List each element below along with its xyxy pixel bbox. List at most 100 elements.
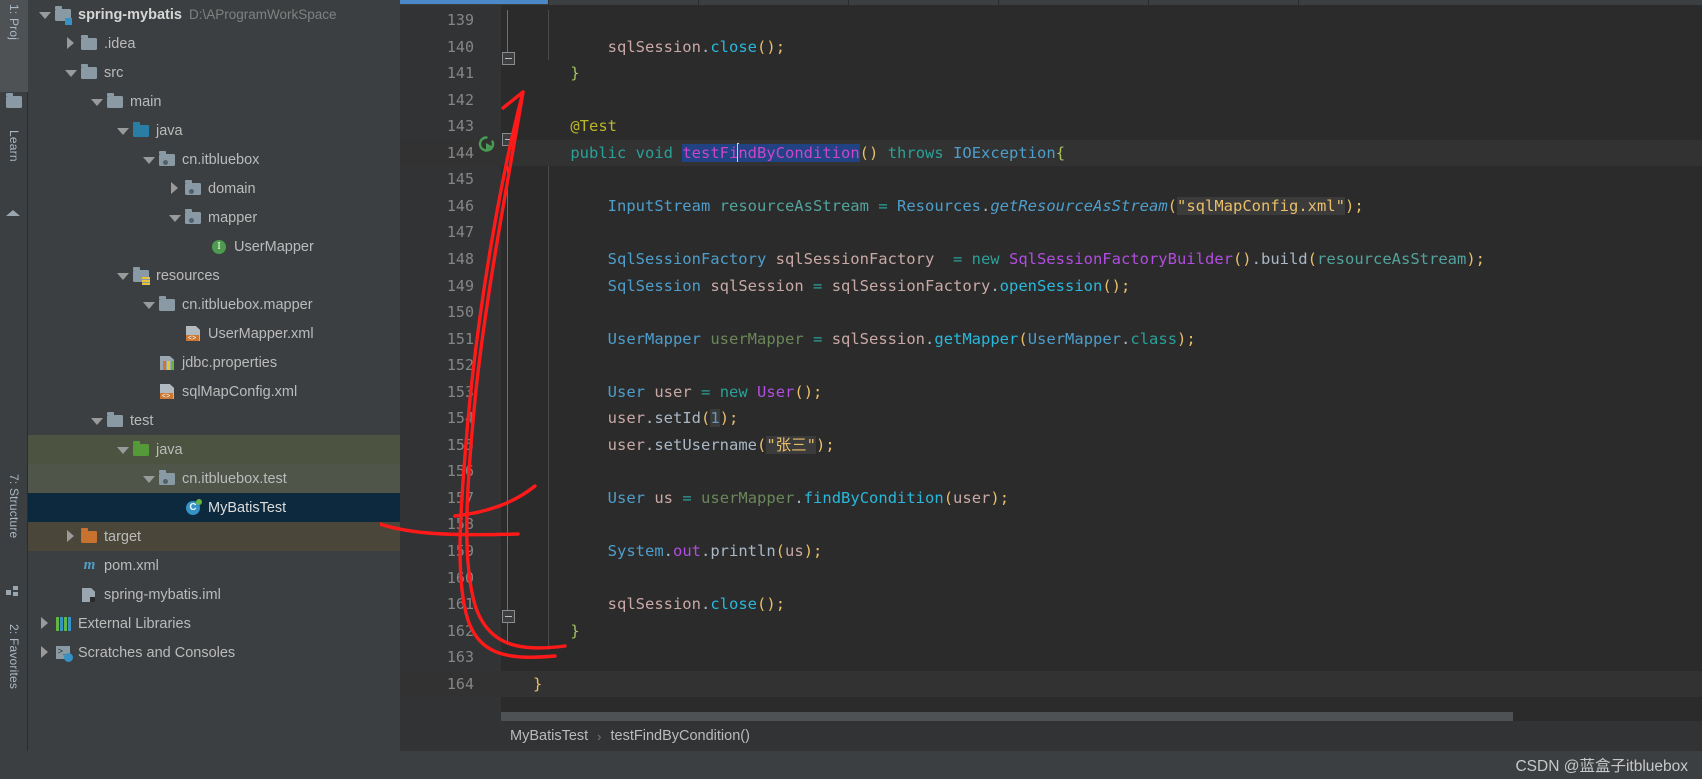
editor-tab-active-underline[interactable] [400,0,548,4]
code-line[interactable]: 149 SqlSession sqlSession = sqlSessionFa… [400,273,1702,300]
code-line[interactable]: 156 [400,458,1702,485]
code-line[interactable]: 146 InputStream resourceAsStream = Resou… [400,193,1702,220]
tree-node-test[interactable]: test [28,406,400,435]
editor-hscrollbar-track[interactable] [501,712,1702,721]
tree-node-src[interactable]: src [28,58,400,87]
tree-node-cn-itbluebox-test[interactable]: cn.itbluebox.test [28,464,400,493]
chevron-down-icon[interactable] [142,472,155,485]
tree-node-sqlmapconfig-xml[interactable]: sqlMapConfig.xml [28,377,400,406]
code-line[interactable]: 162 } [400,618,1702,645]
line-content[interactable]: sqlSession.close(); [533,34,785,61]
line-content[interactable]: user.setId(1); [533,405,738,432]
line-content[interactable]: InputStream resourceAsStream = Resources… [533,193,1364,220]
chevron-right-icon[interactable] [38,646,51,659]
editor-code-lines[interactable]: 139 140 sqlSession.close(); 141 } 142 143 @T… [400,5,1702,779]
fold-marker-end-2[interactable] [502,610,515,623]
line-content[interactable]: public void testFindByCondition() throws… [533,140,1065,167]
line-content[interactable]: UserMapper userMapper = sqlSession.getMa… [533,326,1196,353]
chevron-down-icon[interactable] [90,414,103,427]
tool-tab-favorites[interactable]: 2: Favorites [0,620,28,732]
code-line[interactable]: 147 [400,219,1702,246]
line-content[interactable]: SqlSessionFactory sqlSessionFactory = ne… [533,246,1485,273]
tree-node-mybatistest[interactable]: C MyBatisTest [28,493,400,522]
tree-node-target[interactable]: target [28,522,400,551]
tree-node-scratches-and-consoles[interactable]: >_ Scratches and Consoles [28,638,400,667]
code-line[interactable]: 161 sqlSession.close(); [400,591,1702,618]
tree-node-cn-itbluebox-mapper[interactable]: cn.itbluebox.mapper [28,290,400,319]
tree-node-java[interactable]: java [28,116,400,145]
line-content[interactable]: User user = new User(); [533,379,823,406]
chevron-right-icon[interactable] [38,617,51,630]
code-line[interactable]: 155 user.setUsername("张三"); [400,432,1702,459]
line-content[interactable]: user.setUsername("张三"); [533,432,835,459]
tree-node-usermapper-xml[interactable]: UserMapper.xml [28,319,400,348]
code-line[interactable]: 148 SqlSessionFactory sqlSessionFactory … [400,246,1702,273]
code-line[interactable]: 151 UserMapper userMapper = sqlSession.g… [400,326,1702,353]
tree-node-domain[interactable]: domain [28,174,400,203]
code-line[interactable]: 158 [400,511,1702,538]
line-content[interactable]: } [533,618,579,645]
code-line[interactable]: 145 [400,166,1702,193]
code-line[interactable]: 157 User us = userMapper.findByCondition… [400,485,1702,512]
project-tree[interactable]: spring-mybatis D:\AProgramWorkSpace .idea s… [28,0,400,667]
tree-node-idea[interactable]: .idea [28,29,400,58]
chevron-down-icon[interactable] [142,153,155,166]
code-line[interactable]: 139 [400,7,1702,34]
tree-node-resources[interactable]: resources [28,261,400,290]
code-line[interactable]: 150 [400,299,1702,326]
chevron-down-icon[interactable] [116,124,129,137]
line-content[interactable]: @Test [533,113,617,140]
chevron-down-icon[interactable] [64,66,77,79]
tree-node-spring-mybatis[interactable]: spring-mybatis D:\AProgramWorkSpace [28,0,400,29]
chevron-down-icon[interactable] [142,298,155,311]
tool-tab-structure[interactable]: 7: Structure [0,470,28,578]
line-content[interactable]: } [533,671,542,698]
editor-hscrollbar-thumb[interactable] [501,712,1513,721]
code-line[interactable]: 163 [400,644,1702,671]
chevron-down-icon[interactable] [38,8,51,21]
line-content[interactable]: } [533,60,579,87]
line-content[interactable]: User us = userMapper.findByCondition(use… [533,485,1009,512]
code-line[interactable]: 152 [400,352,1702,379]
chevron-down-icon[interactable] [116,269,129,282]
line-content[interactable]: System.out.println(us); [533,538,823,565]
tool-tab-learn[interactable]: Learn [0,126,28,204]
code-line[interactable]: 160 [400,565,1702,592]
tree-node-main[interactable]: main [28,87,400,116]
code-line[interactable]: 153 User user = new User(); [400,379,1702,406]
code-line[interactable]: 154 user.setId(1); [400,405,1702,432]
code-line[interactable]: 140 sqlSession.close(); [400,34,1702,61]
line-content[interactable]: sqlSession.close(); [533,591,785,618]
code-line[interactable]: 142 [400,87,1702,114]
tree-node-jdbc-properties[interactable]: jdbc.properties [28,348,400,377]
tree-node-usermapper[interactable]: I UserMapper [28,232,400,261]
tool-tab-project[interactable]: 1: Proj [0,0,28,92]
chevron-right-icon: › [597,728,602,744]
tree-node-pom-xml[interactable]: m pom.xml [28,551,400,580]
tree-node-mapper[interactable]: mapper [28,203,400,232]
chevron-down-icon[interactable] [90,95,103,108]
breadcrumb-class[interactable]: MyBatisTest [510,728,588,744]
tree-node-java[interactable]: java [28,435,400,464]
code-line[interactable]: 159 System.out.println(us); [400,538,1702,565]
tree-node-spring-mybatis-iml[interactable]: spring-mybatis.iml [28,580,400,609]
tree-node-cn-itbluebox[interactable]: cn.itbluebox [28,145,400,174]
tree-node-external-libraries[interactable]: External Libraries [28,609,400,638]
chevron-right-icon[interactable] [64,37,77,50]
chevron-down-icon[interactable] [116,443,129,456]
breadcrumb-method[interactable]: testFindByCondition() [611,728,750,744]
fold-marker-end[interactable] [502,52,515,65]
code-line[interactable]: 164} [400,670,1702,698]
chevron-right-icon[interactable] [168,182,181,195]
breadcrumb[interactable]: MyBatisTest › testFindByCondition() [501,721,1702,751]
chevron-down-icon[interactable] [168,211,181,224]
code-line[interactable]: 143 @Test [400,113,1702,140]
fold-marker-start[interactable] [502,133,515,146]
chevron-right-icon[interactable] [64,530,77,543]
run-test-gutter-icon[interactable] [478,135,496,153]
code-line[interactable]: 144 public void testFindByCondition() th… [400,139,1702,167]
line-number: 155 [446,435,474,454]
line-content[interactable]: SqlSession sqlSession = sqlSessionFactor… [533,273,1131,300]
code-line[interactable]: 141 } [400,60,1702,87]
